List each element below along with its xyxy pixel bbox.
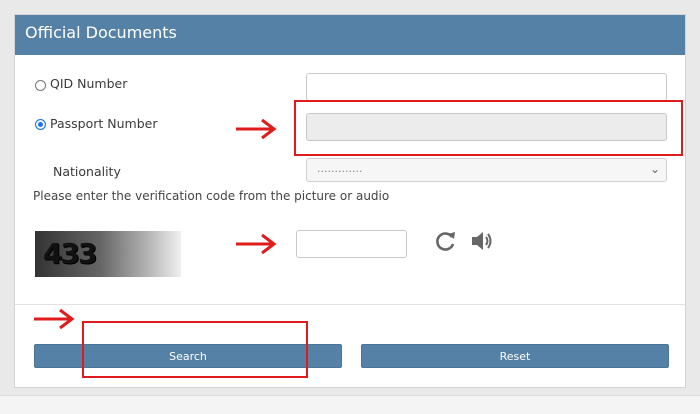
captcha-input[interactable]: [296, 230, 407, 258]
verification-hint: Please enter the verification code from …: [33, 189, 390, 203]
nationality-value: .............: [317, 162, 363, 175]
page-title: Official Documents: [25, 23, 177, 42]
annotation-box-search: [82, 321, 308, 378]
speaker-icon[interactable]: [469, 229, 495, 257]
qid-label: QID Number: [50, 76, 128, 91]
annotation-arrow-passport: [236, 118, 277, 140]
chevron-down-icon: ⌄: [649, 162, 660, 176]
annotation-arrow-search: [34, 308, 75, 330]
form-divider: [15, 304, 685, 305]
passport-label: Passport Number: [50, 116, 158, 131]
nationality-select[interactable]: ............. ⌄: [306, 158, 667, 182]
passport-radio[interactable]: [35, 119, 46, 130]
page-footer-strip: [0, 395, 700, 414]
reset-button[interactable]: Reset: [361, 344, 669, 368]
card-header: Official Documents: [15, 15, 685, 55]
nationality-label: Nationality: [53, 164, 121, 179]
captcha-text: 433: [43, 237, 97, 270]
captcha-image: 433: [35, 231, 181, 277]
qid-input[interactable]: [306, 73, 667, 101]
annotation-arrow-captcha: [236, 233, 277, 255]
qid-radio[interactable]: [35, 80, 46, 91]
refresh-icon[interactable]: [432, 228, 458, 258]
annotation-box-passport: [294, 100, 683, 156]
